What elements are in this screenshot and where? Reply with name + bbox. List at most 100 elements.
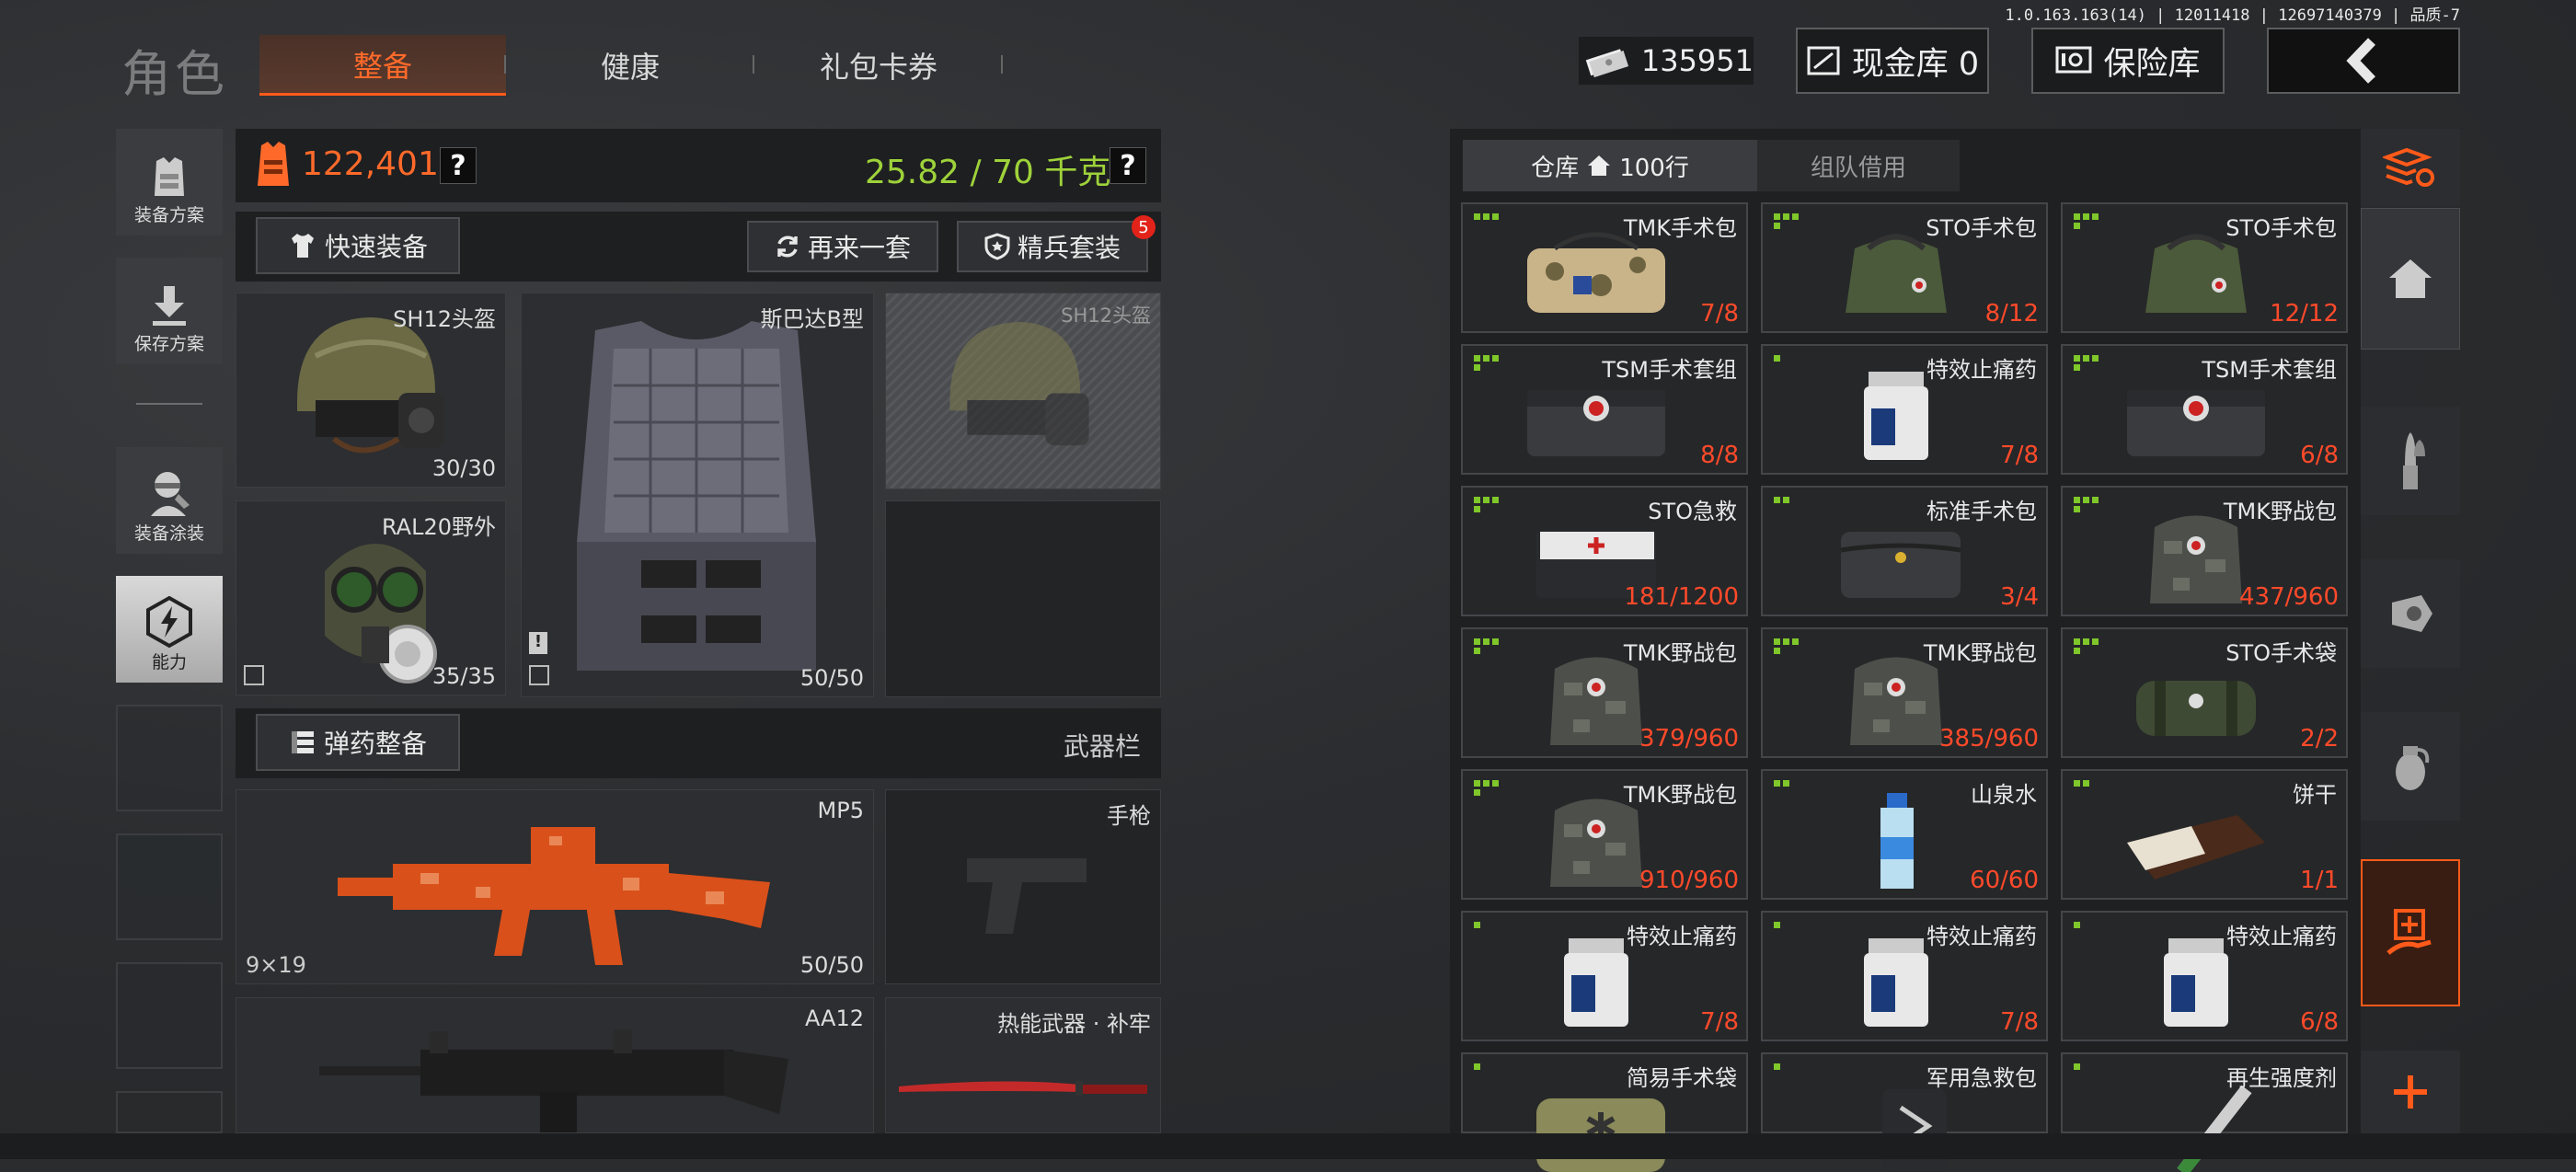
storage-item[interactable]: 饼干 1/1	[2061, 769, 2348, 900]
item-name: 再生强度剂	[2226, 1065, 2337, 1091]
storage-item[interactable]: 特效止痛药 7/8	[1461, 911, 1748, 1041]
item-name: STO急救	[1648, 499, 1737, 524]
storage-item[interactable]: 山泉水 60/60	[1761, 769, 2048, 900]
plus-icon	[2394, 1075, 2427, 1109]
category-ammo[interactable]	[2361, 407, 2460, 515]
loadout-plan-button[interactable]: 装备方案	[116, 129, 223, 236]
save-plan-button[interactable]: 保存方案	[116, 258, 223, 364]
storage-item[interactable]: TMK手术包 7/8	[1461, 202, 1748, 333]
storage-item[interactable]: STO手术包 8/12	[1761, 202, 2048, 333]
item-name: STO手术包	[2225, 215, 2337, 241]
rarity-dots	[1774, 638, 1801, 654]
weapon-bar-label: 武器栏	[1063, 731, 1141, 762]
medkit-hand-icon	[2386, 909, 2432, 955]
rarity-dots	[2074, 638, 2101, 654]
category-all[interactable]	[2361, 129, 2460, 206]
mask-slot[interactable]: RAL20野外 35/35	[236, 500, 506, 695]
storage-item[interactable]: STO手术包 12/12	[2061, 202, 2348, 333]
elite-set-button[interactable]: 精兵套装	[957, 221, 1148, 272]
category-home[interactable]	[2361, 208, 2460, 350]
money-display: 135951	[1579, 37, 1754, 85]
storage-item[interactable]: TMK野战包 379/960	[1461, 627, 1748, 758]
box-icon	[529, 665, 549, 685]
storage-item[interactable]: 标准手术包 3/4	[1761, 486, 2048, 616]
rarity-dots	[1474, 497, 1501, 512]
empty-slot	[116, 833, 223, 940]
rarity-dots	[1474, 922, 1501, 928]
storage-item[interactable]: TMK野战包 437/960	[2061, 486, 2348, 616]
tab-divider	[504, 55, 506, 74]
again-button[interactable]: 再来一套	[747, 221, 938, 272]
item-count: 910/960	[1639, 867, 1739, 894]
storage-item[interactable]: 再生强度剂	[2061, 1052, 2348, 1172]
weight-help-button[interactable]: ?	[1110, 147, 1146, 184]
primary-weapon-slot[interactable]: MP5 9×19 50/50	[236, 789, 874, 984]
storage-item[interactable]: 特效止痛药 7/8	[1761, 911, 2048, 1041]
back-arrow-icon	[2346, 38, 2375, 84]
tab-storage[interactable]: 仓库 100行	[1463, 140, 1757, 191]
rarity-dots	[1774, 780, 1801, 787]
item-name: TMK野战包	[1623, 640, 1737, 666]
storage-item[interactable]: TSM手术套组 8/8	[1461, 344, 1748, 475]
helmet-slot[interactable]: SH12头盔 30/30	[236, 293, 506, 488]
item-image	[2127, 815, 2265, 879]
storage-item[interactable]: TMK野战包 385/960	[1761, 627, 2048, 758]
storage-rows: 100行	[1619, 154, 1689, 182]
secondary-weapon-slot[interactable]: AA12	[236, 997, 874, 1133]
empty-gear-slot[interactable]	[885, 500, 1161, 697]
value-help-button[interactable]: ?	[440, 147, 477, 184]
add-category-button[interactable]	[2361, 1051, 2460, 1133]
storage-item[interactable]: 特效止痛药 6/8	[2061, 911, 2348, 1041]
item-image	[1880, 793, 1914, 889]
item-count: 12/12	[2270, 300, 2339, 327]
again-label: 再来一套	[807, 233, 911, 263]
storage-item[interactable]: STO急救 181/1200	[1461, 486, 1748, 616]
storage-item[interactable]: 特效止痛药 7/8	[1761, 344, 2048, 475]
helmet-ghost-slot[interactable]: SH12头盔	[885, 293, 1161, 489]
item-name: 特效止痛药	[1627, 924, 1737, 949]
tab-team-borrow[interactable]: 组队借用	[1757, 140, 1960, 191]
back-button[interactable]	[2267, 28, 2460, 94]
tab-gift[interactable]: 礼包卡券	[764, 35, 994, 96]
secondary-weapon-name: AA12	[804, 1005, 864, 1031]
sidebar-item-label: 能力	[151, 652, 187, 672]
tab-health[interactable]: 健康	[515, 35, 745, 96]
item-name: 特效止痛药	[1926, 357, 2037, 383]
weight-value: 25.82 / 70 千克	[865, 154, 1111, 191]
cash-icon	[1585, 49, 1629, 78]
safe-vault-button[interactable]: 保险库	[2031, 28, 2225, 94]
ability-button[interactable]: 能力	[116, 576, 223, 683]
item-name: TMK野战包	[1623, 782, 1737, 808]
rarity-dots	[2074, 780, 2101, 787]
category-attachments[interactable]	[2361, 559, 2460, 668]
pistol-slot[interactable]: 手枪	[885, 789, 1161, 984]
loadout-value: 122,401	[302, 145, 439, 183]
scope-icon	[2392, 595, 2432, 632]
storage-item[interactable]: TSM手术套组 6/8	[2061, 344, 2348, 475]
category-grenades[interactable]	[2361, 712, 2460, 821]
grenade-icon	[2396, 746, 2430, 790]
paint-button[interactable]: 装备涂装	[116, 447, 223, 554]
storage-item[interactable]: STO手术袋 2/2	[2061, 627, 2348, 758]
item-count: 7/8	[2000, 1008, 2039, 1036]
storage-item[interactable]: TMK野战包 910/960	[1461, 769, 1748, 900]
sidebar-divider	[136, 403, 202, 405]
rarity-dots	[2074, 355, 2101, 371]
rarity-dots	[2074, 213, 2101, 229]
layers-refresh-icon	[2383, 147, 2434, 187]
storage-item[interactable]: 军用急救包	[1761, 1052, 2048, 1172]
item-count: 379/960	[1639, 725, 1739, 753]
ammo-button[interactable]: 弹药整备	[256, 714, 460, 771]
shield-icon	[984, 233, 1010, 260]
quick-equip-button[interactable]: 快速装备	[256, 217, 460, 274]
item-name: TMK手术包	[1623, 215, 1737, 241]
tab-equip[interactable]: 整备	[259, 35, 506, 96]
cash-vault-button[interactable]: 现金库 0	[1796, 28, 1989, 94]
melee-slot[interactable]: 热能武器 · 补牢	[885, 997, 1161, 1133]
item-count: 3/4	[2000, 583, 2039, 611]
storage-item[interactable]: 简易手术袋	[1461, 1052, 1748, 1172]
armor-slot[interactable]: 斯巴达B型 50/50 !	[521, 293, 874, 697]
category-medical[interactable]	[2361, 859, 2460, 1006]
item-count: 8/8	[1700, 442, 1739, 469]
mask-name: RAL20野外	[381, 514, 496, 540]
